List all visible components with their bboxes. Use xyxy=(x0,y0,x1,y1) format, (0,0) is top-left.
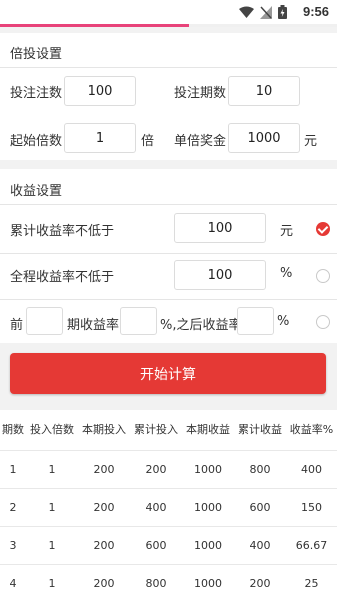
table-cell: 200 xyxy=(93,576,115,590)
table-cell: 2 xyxy=(9,500,17,514)
option2-label: 全程收益率不低于 xyxy=(10,270,115,285)
table-cell: 400 xyxy=(249,538,271,552)
divider xyxy=(0,299,337,300)
periods-label: 投注期数 xyxy=(174,86,227,101)
table-cell: 200 xyxy=(93,538,115,552)
results-table: 期数 投入倍数 本期投入 累计投入 本期收益 累计收益 收益率% 1 1 200… xyxy=(0,410,337,600)
table-cell: 1 xyxy=(48,500,56,514)
option3-periods-input[interactable] xyxy=(26,307,63,335)
bet-settings-section: 倍投设置 投注注数 100 投注期数 10 起始倍数 1 倍 单倍奖金 1000… xyxy=(0,33,337,160)
bet-section-title: 倍投设置 xyxy=(10,47,63,62)
table-cell: 800 xyxy=(145,576,167,590)
table-row: 4 1 200 800 1000 200 25 xyxy=(0,564,337,600)
table-header-cell: 投入倍数 xyxy=(30,423,74,436)
table-cell: 1000 xyxy=(194,538,222,552)
table-header-cell: 收益率% xyxy=(289,423,334,436)
start-multiplier-input[interactable]: 1 xyxy=(64,123,136,153)
start-multiplier-label: 起始倍数 xyxy=(10,134,63,149)
table-cell: 1000 xyxy=(194,462,222,476)
table-cell: 1000 xyxy=(194,576,222,590)
table-cell: 1 xyxy=(9,462,17,476)
table-row: 3 1 200 600 1000 400 66.67 xyxy=(0,526,337,564)
option2-input[interactable]: 100 xyxy=(174,260,266,290)
option1-radio[interactable] xyxy=(316,222,330,236)
profit-section-title: 收益设置 xyxy=(10,184,63,199)
divider xyxy=(0,204,337,205)
option2-radio[interactable] xyxy=(316,269,330,283)
option3-prefix: 前 xyxy=(10,318,24,333)
table-header-cell: 累计投入 xyxy=(134,423,178,436)
table-cell: 400 xyxy=(145,500,167,514)
option3-after-input[interactable] xyxy=(237,307,274,335)
bet-count-label: 投注注数 xyxy=(10,86,63,101)
option3-unit: % xyxy=(277,314,290,329)
divider xyxy=(0,253,337,254)
option3-radio[interactable] xyxy=(316,315,330,329)
option1-label: 累计收益率不低于 xyxy=(10,224,115,239)
status-bar: 9:56 xyxy=(0,0,337,24)
table-row: 1 1 200 200 1000 800 400 xyxy=(0,450,337,488)
status-time: 9:56 xyxy=(302,4,329,19)
option3-rate-input[interactable] xyxy=(120,307,157,335)
table-cell: 1 xyxy=(48,462,56,476)
prize-unit: 元 xyxy=(304,134,318,149)
bet-count-input[interactable]: 100 xyxy=(64,76,136,106)
table-cell: 66.67 xyxy=(295,538,328,552)
table-cell: 200 xyxy=(249,576,271,590)
table-header-cell: 期数 xyxy=(2,423,24,436)
table-row: 2 1 200 400 1000 600 150 xyxy=(0,488,337,526)
battery-icon xyxy=(278,5,287,19)
option1-input[interactable]: 100 xyxy=(174,213,266,243)
divider xyxy=(0,67,337,68)
profit-settings-section: 收益设置 累计收益率不低于 100 元 全程收益率不低于 100 % 前 期收益… xyxy=(0,169,337,343)
table-cell: 600 xyxy=(145,538,167,552)
table-cell: 1 xyxy=(48,576,56,590)
table-cell: 200 xyxy=(93,500,115,514)
option3-after-label: %,之后收益率 xyxy=(160,318,242,333)
table-cell: 3 xyxy=(9,538,17,552)
periods-input[interactable]: 10 xyxy=(228,76,300,106)
option3-mid-label: 期收益率 xyxy=(67,318,120,333)
unit-prize-label: 单倍奖金 xyxy=(174,134,227,149)
multiplier-unit: 倍 xyxy=(141,134,155,149)
option2-unit: % xyxy=(280,266,293,281)
status-icons xyxy=(239,5,287,19)
table-header-row: 期数 投入倍数 本期投入 累计投入 本期收益 累计收益 收益率% xyxy=(0,410,337,448)
top-progress-bar xyxy=(0,24,337,27)
table-cell: 200 xyxy=(93,462,115,476)
progress-fill xyxy=(0,24,189,27)
table-cell: 600 xyxy=(249,500,271,514)
table-header-cell: 累计收益 xyxy=(238,423,282,436)
no-signal-icon xyxy=(260,5,272,19)
table-cell: 150 xyxy=(301,500,322,514)
table-header-cell: 本期收益 xyxy=(186,423,230,436)
option1-unit: 元 xyxy=(280,224,294,239)
table-header-cell: 本期投入 xyxy=(82,423,126,436)
table-cell: 4 xyxy=(9,576,17,590)
unit-prize-input[interactable]: 1000 xyxy=(228,123,300,153)
table-cell: 25 xyxy=(304,576,319,590)
table-cell: 400 xyxy=(301,462,322,476)
table-cell: 800 xyxy=(249,462,271,476)
table-cell: 1 xyxy=(48,538,56,552)
table-cell: 200 xyxy=(145,462,167,476)
table-cell: 1000 xyxy=(194,500,222,514)
start-calculation-button[interactable]: 开始计算 xyxy=(10,353,326,394)
wifi-icon xyxy=(239,6,254,18)
